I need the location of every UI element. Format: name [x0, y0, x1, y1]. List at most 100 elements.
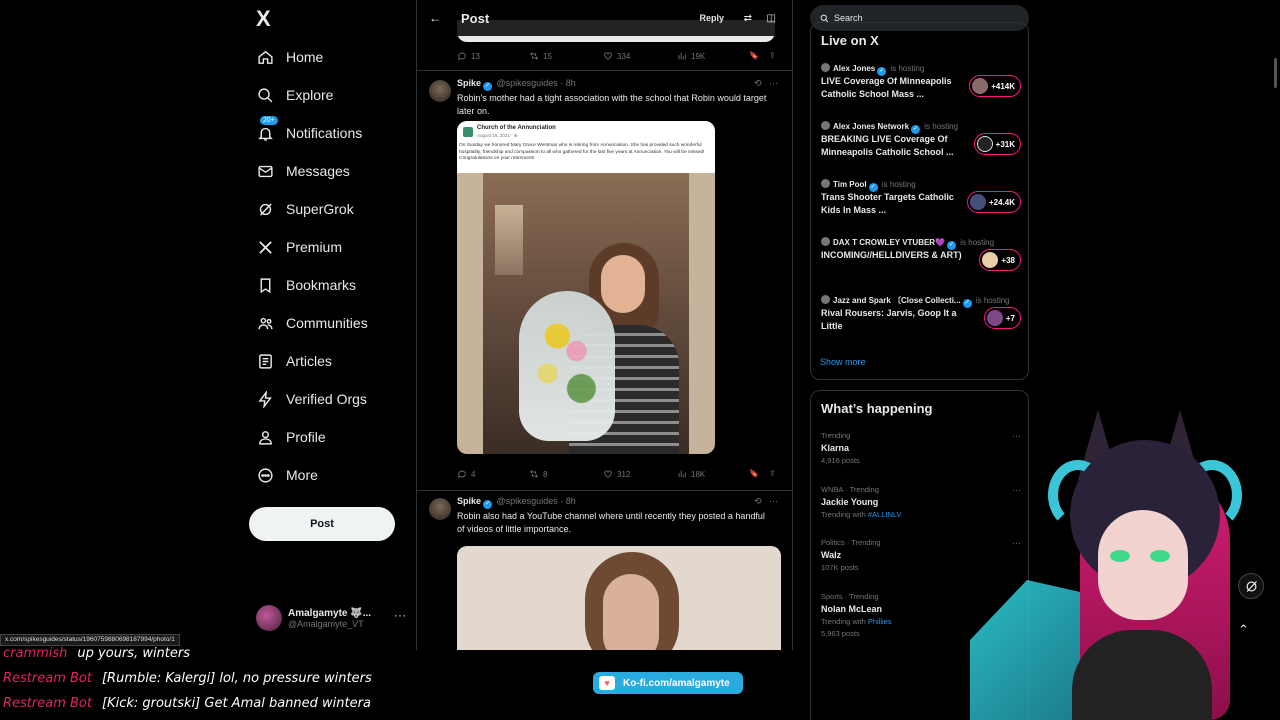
tweet-video-thumbnail[interactable]: [457, 546, 781, 650]
reply-sort-button[interactable]: Reply: [699, 13, 724, 23]
tweet-time[interactable]: 8h: [566, 78, 576, 88]
live-item[interactable]: Tim Pool ✓ is hosting Trans Shooter Targe…: [821, 179, 1021, 231]
chat-text: [Kick: groutski] Get Amal banned wintera: [101, 696, 371, 711]
views-action[interactable]: 18K: [677, 469, 705, 479]
reply-action[interactable]: 13: [457, 51, 480, 61]
account-switcher[interactable]: Amalgamyte 🐺... @Amalgamyte_VT ···: [256, 602, 406, 634]
listener-count-pill[interactable]: +31K: [973, 133, 1021, 155]
view-count: 19K: [691, 51, 706, 61]
verified-badge-icon: ✓: [483, 82, 493, 91]
reply-action[interactable]: 4: [457, 469, 475, 479]
author-handle[interactable]: @spikesguides: [497, 78, 558, 88]
listener-count: +414K: [991, 81, 1015, 91]
avatar-left-eye: [1110, 550, 1130, 562]
nav-home-label: Home: [286, 49, 324, 65]
tweet[interactable]: Spike ✓ @spikesguides · 8h ⟲ ··· Robin al…: [417, 496, 792, 650]
post-timeline: ← Post Reply ⇄ ◫ 13 15 334 19K 🔖 ⇪ Spike…: [416, 0, 793, 650]
repost-count: 8: [543, 469, 548, 479]
chat-username: Restream Bot: [3, 671, 92, 686]
author-name[interactable]: Spike: [457, 496, 481, 506]
nav-more[interactable]: More: [256, 460, 318, 490]
nav-bookmarks[interactable]: Bookmarks: [256, 270, 356, 300]
nav-explore[interactable]: Explore: [256, 80, 333, 110]
bookmark-action-icon[interactable]: 🔖: [749, 469, 759, 478]
tweet-image[interactable]: Church of the Annunciation August 16, 20…: [457, 121, 715, 454]
live-item[interactable]: Alex Jones Network ✓ is hosting BREAKING …: [821, 121, 1021, 173]
nav-communities[interactable]: Communities: [256, 308, 368, 338]
kofi-banner: ♥ Ko-fi.com/amalgamyte: [593, 672, 743, 694]
trend-tag-link[interactable]: #ALLINLV: [868, 510, 902, 519]
video-subject-face: [603, 574, 659, 650]
chat-text: [Rumble: Kalergi] lol, no pressure winte…: [101, 671, 372, 686]
listener-count-pill[interactable]: +414K: [969, 75, 1021, 97]
nav-articles[interactable]: Articles: [256, 346, 332, 376]
author-name[interactable]: Spike: [457, 78, 481, 88]
bolt-icon: [256, 390, 274, 408]
grok-icon: [256, 200, 274, 218]
nav-supergrok[interactable]: SuperGrok: [256, 194, 354, 224]
live-item[interactable]: DAX T CROWLEY VTUBER💜 ✓ is hosting INCOMI…: [821, 237, 1021, 289]
more-dots-icon[interactable]: ···: [769, 496, 778, 506]
live-item[interactable]: Alex Jones ✓ is hosting LIVE Coverage Of …: [821, 63, 1021, 115]
listener-count-pill[interactable]: +7: [983, 307, 1021, 329]
bookmark-action-icon[interactable]: 🔖: [749, 51, 759, 60]
chevron-up-icon[interactable]: ⌃: [1238, 622, 1249, 638]
live-title: BREAKING LIVE Coverage Of Minneapolis Ca…: [821, 134, 954, 157]
x-icon: [256, 238, 274, 256]
nav-messages[interactable]: Messages: [256, 156, 350, 186]
nav-more-label: More: [286, 467, 318, 483]
like-action[interactable]: 312: [603, 469, 630, 479]
nav-verified-orgs[interactable]: Verified Orgs: [256, 384, 367, 414]
left-navigation: X Home Explore 20+ Notifications Message…: [248, 0, 413, 650]
card-org-name: Church of the Annunciation: [477, 125, 556, 131]
heart-icon: [604, 52, 612, 60]
host-name: DAX T CROWLEY VTUBER💜: [833, 238, 946, 247]
live-on-x-panel: Live on X Alex Jones ✓ is hosting LIVE Co…: [810, 22, 1029, 380]
author-handle[interactable]: @spikesguides: [497, 496, 558, 506]
more-dots-icon[interactable]: ···: [769, 78, 778, 88]
post-button[interactable]: Post: [249, 507, 395, 541]
show-more-link[interactable]: Show more: [820, 357, 866, 367]
panel-icon[interactable]: ◫: [767, 13, 776, 24]
live-title: INCOMING//HELLDIVERS & ART): [821, 250, 962, 260]
nav-messages-label: Messages: [286, 163, 350, 179]
share-icon[interactable]: ⇪: [769, 469, 776, 478]
repost-action[interactable]: 8: [529, 469, 547, 479]
chat-text: up yours, winters: [77, 646, 191, 661]
tweet[interactable]: Spike ✓ @spikesguides · 8h ⟲ ··· Robin's …: [417, 78, 792, 488]
x-logo-icon[interactable]: X: [256, 6, 271, 32]
trend-tag-link[interactable]: Phillies: [868, 617, 892, 626]
repost-action[interactable]: 15: [529, 51, 552, 61]
back-arrow-icon[interactable]: ←: [429, 11, 441, 25]
grok-icon[interactable]: ⟲: [754, 78, 762, 88]
nav-profile-label: Profile: [286, 429, 326, 445]
listener-count-pill[interactable]: +24.4K: [966, 191, 1021, 213]
share-icon[interactable]: ⇪: [769, 51, 776, 60]
nav-profile[interactable]: Profile: [256, 422, 326, 452]
nav-notifications[interactable]: 20+ Notifications: [256, 116, 362, 148]
nav-premium[interactable]: Premium: [256, 232, 342, 262]
avatar[interactable]: [429, 80, 451, 102]
like-action[interactable]: 334: [603, 51, 630, 61]
nav-premium-label: Premium: [286, 239, 343, 255]
tweet-text: Robin also had a YouTube channel where u…: [457, 511, 765, 534]
avatar[interactable]: [429, 498, 451, 520]
tweet-time[interactable]: 8h: [566, 496, 576, 506]
grok-icon[interactable]: ⟲: [754, 496, 762, 506]
views-action[interactable]: 19K: [677, 51, 705, 61]
search-icon: [256, 86, 274, 104]
avatar-face: [1098, 510, 1188, 620]
chat-username: Restream Bot: [3, 696, 92, 711]
more-dots-icon[interactable]: ···: [394, 608, 406, 622]
grok-floating-icon[interactable]: [1238, 573, 1264, 599]
nav-home[interactable]: Home: [256, 42, 323, 72]
sliders-icon[interactable]: ⇄: [744, 13, 752, 24]
listener-count-pill[interactable]: +38: [979, 249, 1021, 271]
nav-explore-label: Explore: [286, 87, 334, 103]
live-item[interactable]: Jazz and Spark 〔Close Collecti... ✓ is ho…: [821, 295, 1021, 347]
host-status: is hosting: [924, 122, 959, 131]
tweet-tools: ⟲ ···: [754, 78, 778, 89]
host-avatar: [821, 121, 830, 130]
host-avatar: [821, 179, 830, 188]
scrollbar[interactable]: [1274, 58, 1277, 88]
